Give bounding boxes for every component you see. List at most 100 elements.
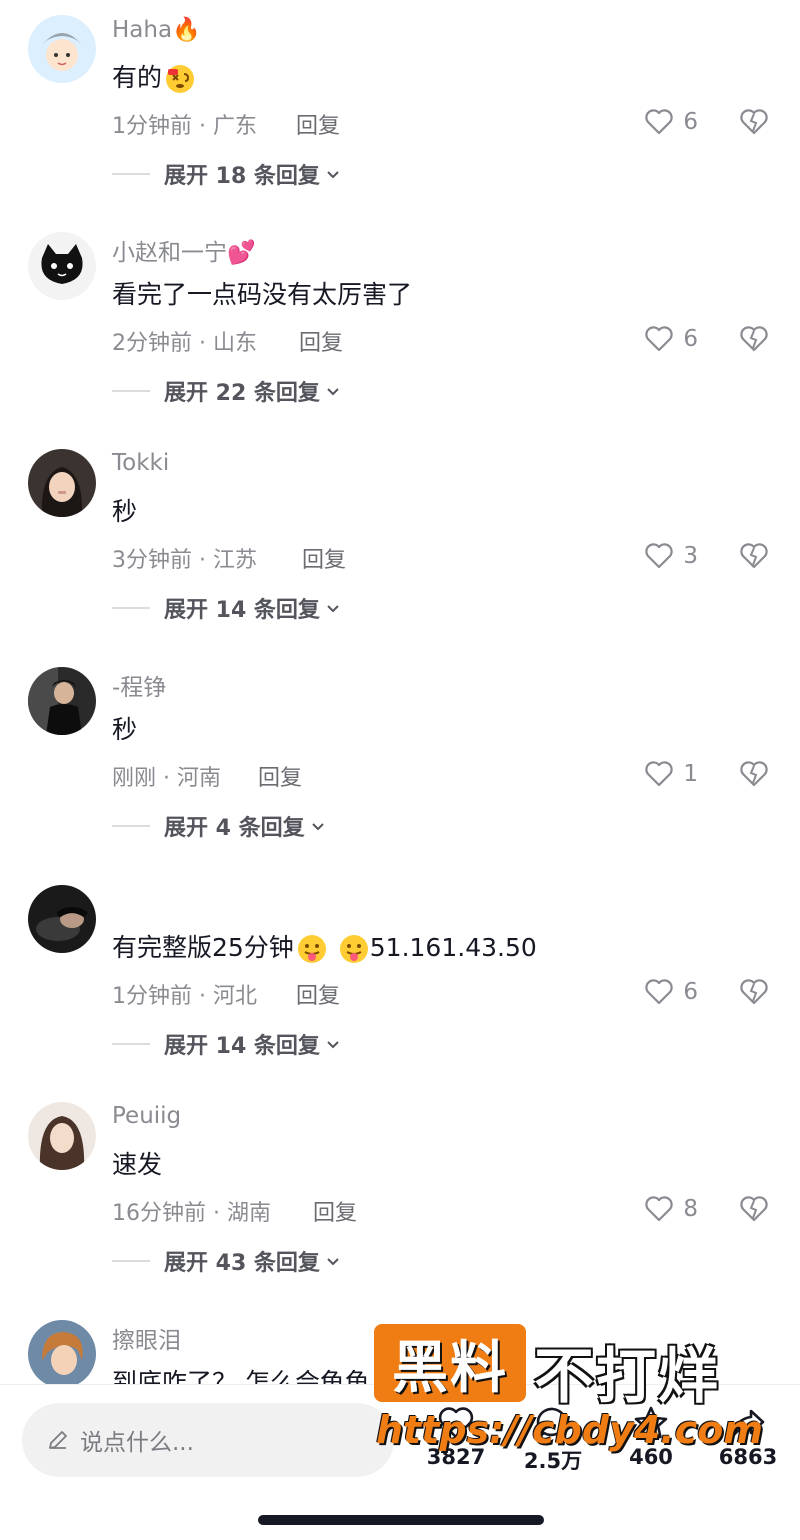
- like-count: 6: [683, 979, 698, 1005]
- like-count: 1: [683, 761, 698, 787]
- comment-meta: 刚刚 · 河南: [112, 766, 221, 791]
- comment-list: Haha🔥 有的 1分钟前 · 广东 回复 6 展开 18 条回复 小赵和一宁💕…: [0, 0, 800, 1384]
- username[interactable]: Tokki: [112, 450, 169, 476]
- broken-heart-icon[interactable]: [738, 106, 770, 138]
- share-arrow-icon: [732, 1409, 765, 1437]
- chevron-down-icon: [327, 1041, 339, 1049]
- likes-count: 3827: [426, 1445, 486, 1469]
- comments-count: 2.5万: [523, 1449, 583, 1473]
- reply-button[interactable]: 回复: [302, 542, 346, 574]
- username[interactable]: 小赵和一宁💕: [112, 233, 256, 267]
- divider: [112, 173, 150, 175]
- favorites-count: 460: [629, 1445, 673, 1469]
- share-action-button[interactable]: 6863: [708, 1403, 788, 1469]
- comment-meta: 3分钟前 · 江苏: [112, 548, 257, 573]
- star-icon: [634, 1406, 668, 1439]
- expand-replies-label: 展开 14 条回复: [164, 1034, 320, 1059]
- heart-icon: [645, 979, 674, 1005]
- heart-icon: [645, 109, 674, 135]
- heart-icon: [645, 326, 674, 352]
- expand-replies-label: 展开 14 条回复: [164, 598, 320, 623]
- comment-text: 有完整版25分钟 51.161.43.50: [112, 928, 537, 965]
- expand-replies-label: 展开 43 条回复: [164, 1251, 320, 1276]
- comment-item: 有完整版25分钟 51.161.43.50 1分钟前 · 河北 回复 6 展开 …: [0, 870, 800, 1087]
- tongue-face-emoji-icon: [339, 935, 368, 963]
- expand-replies-label: 展开 18 条回复: [164, 164, 320, 189]
- avatar[interactable]: [28, 1320, 96, 1384]
- like-button[interactable]: 6: [643, 323, 698, 355]
- comment-item: Tokki 秒 3分钟前 · 江苏 回复 3 展开 14 条回复: [0, 434, 800, 651]
- expand-replies-button[interactable]: 展开 14 条回复: [112, 592, 342, 624]
- reply-button[interactable]: 回复: [313, 1195, 357, 1227]
- comment-text: 有的: [112, 58, 196, 95]
- like-button[interactable]: 6: [643, 106, 698, 138]
- like-count: 3: [683, 543, 698, 569]
- expand-replies-button[interactable]: 展开 18 条回复: [112, 158, 342, 190]
- comment-meta: 1分钟前 · 广东: [112, 114, 257, 139]
- divider: [112, 607, 150, 609]
- divider: [112, 390, 150, 392]
- like-button[interactable]: 3: [643, 540, 698, 572]
- pencil-icon: [49, 1431, 67, 1449]
- expand-replies-button[interactable]: 展开 22 条回复: [112, 375, 342, 407]
- tongue-face-emoji-icon: [297, 935, 326, 963]
- home-indicator[interactable]: [258, 1515, 544, 1525]
- comment-text: 看完了一点码没有太厉害了: [112, 280, 413, 309]
- comment-meta: 16分钟前 · 湖南: [112, 1201, 271, 1226]
- expand-replies-button[interactable]: 展开 14 条回复: [112, 1028, 342, 1060]
- like-button[interactable]: 1: [643, 758, 698, 790]
- reply-button[interactable]: 回复: [296, 978, 340, 1010]
- comment-item: 擦眼泪 到底咋了？ 怎么会龟龟: [0, 1305, 800, 1384]
- like-button[interactable]: 6: [643, 976, 698, 1008]
- chevron-down-icon: [327, 605, 339, 613]
- comment-action-button[interactable]: 2.5万: [513, 1403, 593, 1475]
- expand-replies-label: 展开 22 条回复: [164, 381, 320, 406]
- avatar[interactable]: [28, 667, 96, 735]
- comment-text: 速发: [112, 1150, 163, 1179]
- comment-text: 到底咋了？ 怎么会龟龟: [112, 1368, 370, 1384]
- comment-text: 秒: [112, 715, 138, 744]
- like-count: 8: [683, 1196, 698, 1222]
- like-action-button[interactable]: 3827: [416, 1403, 496, 1469]
- like-count: 6: [683, 326, 698, 352]
- dizzy-face-emoji-icon: [166, 65, 195, 93]
- broken-heart-icon[interactable]: [738, 976, 770, 1008]
- shares-count: 6863: [718, 1445, 778, 1469]
- broken-heart-icon[interactable]: [738, 758, 770, 790]
- username[interactable]: Haha🔥: [112, 16, 201, 43]
- reply-button[interactable]: 回复: [299, 325, 343, 357]
- expand-replies-button[interactable]: 展开 4 条回复: [112, 810, 327, 842]
- avatar[interactable]: [28, 885, 96, 953]
- avatar[interactable]: [28, 15, 96, 83]
- expand-replies-button[interactable]: 展开 43 条回复: [112, 1245, 342, 1277]
- avatar[interactable]: [28, 449, 96, 517]
- divider: [112, 1260, 150, 1262]
- username[interactable]: 擦眼泪: [112, 1321, 181, 1355]
- heart-icon: [645, 543, 674, 569]
- reply-button[interactable]: 回复: [296, 108, 340, 140]
- divider: [112, 825, 150, 827]
- like-button[interactable]: 8: [643, 1193, 698, 1225]
- favorite-action-button[interactable]: 460: [611, 1403, 691, 1469]
- broken-heart-icon[interactable]: [738, 540, 770, 572]
- avatar[interactable]: [28, 232, 96, 300]
- like-count: 6: [683, 109, 698, 135]
- comment-meta: 2分钟前 · 山东: [112, 331, 257, 356]
- username[interactable]: -程铮: [112, 668, 166, 702]
- avatar[interactable]: [28, 1102, 96, 1170]
- comment-input[interactable]: 说点什么...: [22, 1403, 394, 1477]
- heart-icon: [438, 1407, 474, 1439]
- username[interactable]: Peuiig: [112, 1103, 181, 1129]
- comment-item: -程铮 秒 刚刚 · 河南 回复 1 展开 4 条回复: [0, 652, 800, 869]
- comment-item: Haha🔥 有的 1分钟前 · 广东 回复 6 展开 18 条回复: [0, 0, 800, 217]
- broken-heart-icon[interactable]: [738, 1193, 770, 1225]
- comment-item: 小赵和一宁💕 看完了一点码没有太厉害了 2分钟前 · 山东 回复 6 展开 22…: [0, 217, 800, 434]
- heart-icon: [645, 1196, 674, 1222]
- comment-item: Peuiig 速发 16分钟前 · 湖南 回复 8 展开 43 条回复: [0, 1087, 800, 1304]
- comment-meta: 1分钟前 · 河北: [112, 984, 257, 1009]
- broken-heart-icon[interactable]: [738, 323, 770, 355]
- comment-text: 秒: [112, 497, 138, 526]
- chevron-down-icon: [311, 823, 324, 831]
- reply-button[interactable]: 回复: [258, 760, 302, 792]
- comment-input-placeholder: 说点什么...: [80, 1430, 194, 1456]
